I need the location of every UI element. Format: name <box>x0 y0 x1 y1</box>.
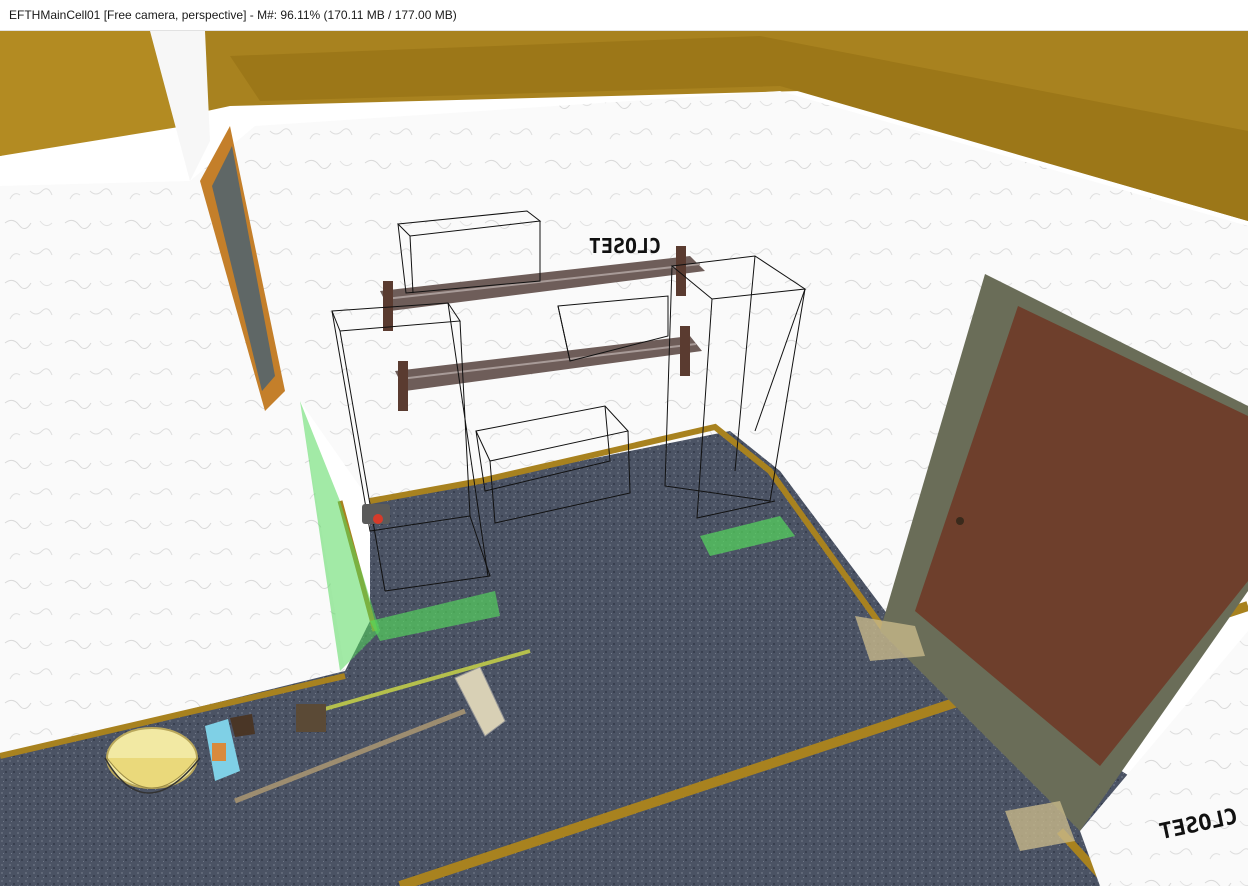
shelf-bracket <box>383 281 393 331</box>
title-bar: EFTHMainCell01 [Free camera, perspective… <box>0 0 1248 31</box>
door-knob[interactable] <box>956 517 964 525</box>
window-title: EFTHMainCell01 [Free camera, perspective… <box>9 8 457 22</box>
shelf-bracket <box>680 326 690 376</box>
render-viewport[interactable]: CLOSET CLOSET <box>0 31 1248 886</box>
red-light <box>373 514 383 524</box>
shelf-bracket <box>398 361 408 411</box>
editor-render-window: EFTHMainCell01 [Free camera, perspective… <box>0 0 1248 886</box>
closet-sign: CLOSET <box>589 234 661 258</box>
scene-render[interactable]: CLOSET CLOSET <box>0 31 1248 886</box>
broom-head[interactable] <box>296 704 326 732</box>
